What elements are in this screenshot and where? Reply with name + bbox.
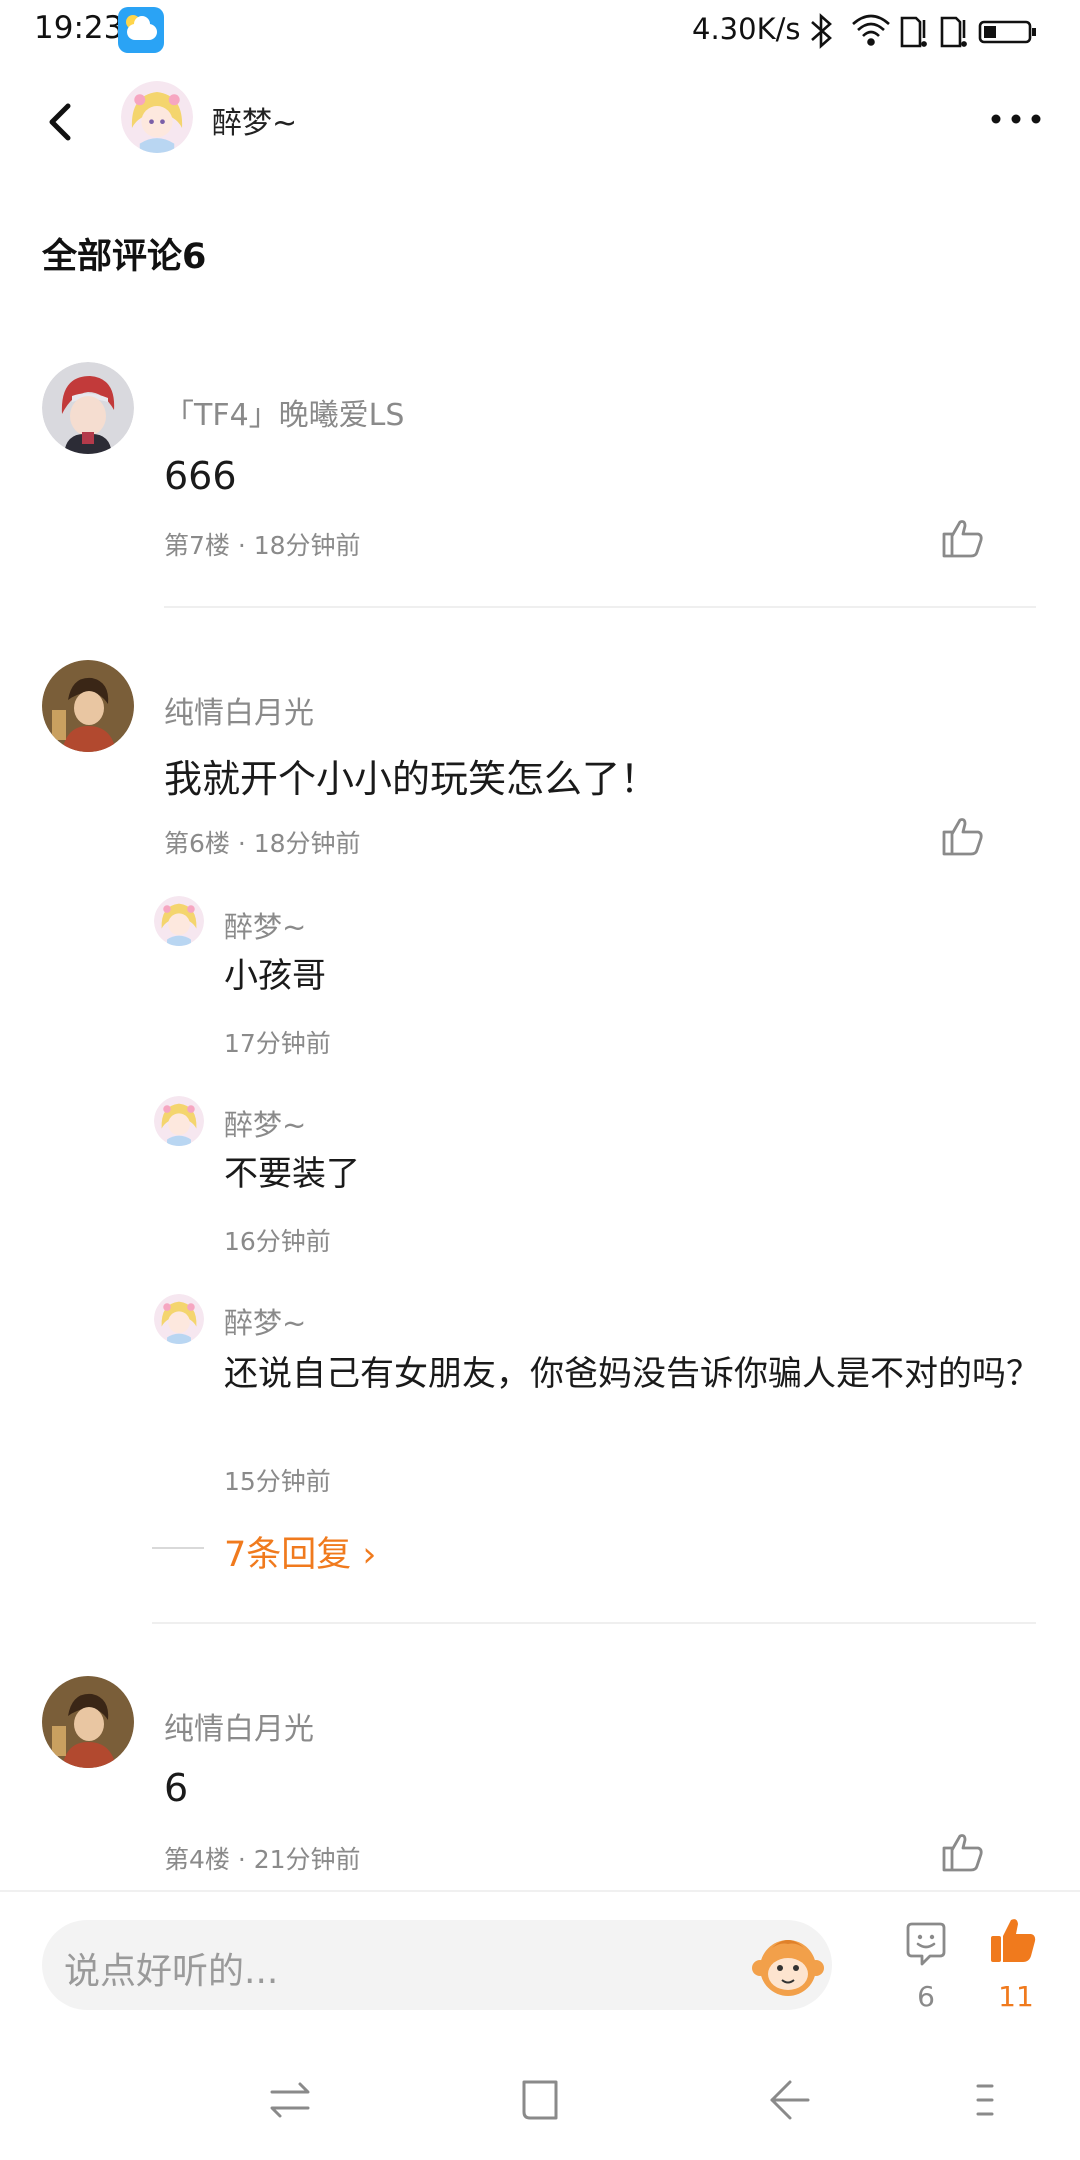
reply-author[interactable]: 醉梦~ bbox=[224, 904, 306, 946]
like-icon[interactable] bbox=[938, 1828, 986, 1876]
comment-meta: 第4楼 · 21分钟前 bbox=[164, 1845, 361, 1874]
reply-text: 不要装了 bbox=[224, 1154, 360, 1194]
system-nav-bar bbox=[0, 2040, 1080, 2160]
comment-input-bar: 说点好听的... 6 11 bbox=[0, 1890, 1080, 2030]
reply-text: 小孩哥 bbox=[224, 956, 326, 996]
sim1-icon bbox=[900, 16, 927, 48]
top-bar: 醉梦~ bbox=[0, 62, 1080, 182]
reply-text: 还说自己有女朋友，你爸妈没告诉你骗人是不对的吗？ bbox=[224, 1354, 1040, 1394]
divider bbox=[164, 606, 1036, 608]
reply-time: 16分钟前 bbox=[224, 1227, 331, 1256]
like-icon[interactable] bbox=[938, 812, 986, 860]
avatar[interactable] bbox=[42, 1676, 134, 1768]
bluetooth-icon bbox=[811, 13, 832, 49]
status-icons bbox=[811, 13, 1036, 49]
avatar[interactable] bbox=[121, 81, 193, 153]
comment-author[interactable]: 「TF4」晚曦爱LS bbox=[164, 390, 404, 434]
more-replies-link[interactable]: 7条回复 › bbox=[224, 1526, 376, 1577]
comment-count: 6 bbox=[917, 1980, 935, 2013]
status-time: 19:23 bbox=[34, 10, 124, 46]
divider bbox=[152, 1622, 1036, 1624]
status-bar: 19:23 4.30K/s bbox=[0, 0, 1080, 62]
more-replies-line bbox=[152, 1547, 204, 1549]
comment-text: 我就开个小小的玩笑怎么了！ bbox=[164, 757, 659, 801]
comment-input[interactable]: 说点好听的... bbox=[42, 1920, 832, 2010]
comment-text: 6 bbox=[164, 1766, 189, 1810]
comment-page: 19:23 4.30K/s 醉梦~ 全部评论6 「TF4」晚曦爱LS 666 第… bbox=[0, 0, 1080, 2160]
wifi-icon bbox=[852, 14, 890, 46]
sim2-icon bbox=[940, 16, 967, 48]
weather-icon bbox=[118, 7, 164, 53]
more-icon[interactable] bbox=[986, 104, 1046, 134]
comment-icon[interactable] bbox=[902, 1920, 950, 1968]
reply-author[interactable]: 醉梦~ bbox=[224, 1300, 306, 1342]
thumb-up-filled-icon[interactable] bbox=[988, 1916, 1038, 1966]
comment-meta: 第7楼 · 18分钟前 bbox=[164, 531, 361, 560]
header-user-name[interactable]: 醉梦~ bbox=[212, 98, 297, 142]
emoji-monkey-icon[interactable] bbox=[752, 1930, 824, 2000]
comment-meta: 第6楼 · 18分钟前 bbox=[164, 829, 361, 858]
back-arrow-icon[interactable] bbox=[764, 2074, 816, 2126]
comment-author[interactable]: 纯情白月光 bbox=[164, 688, 314, 732]
back-icon[interactable] bbox=[30, 92, 90, 152]
network-speed: 4.30K/s bbox=[692, 12, 801, 46]
battery-icon bbox=[978, 20, 1036, 44]
like-count: 11 bbox=[998, 1980, 1034, 2013]
comment-author[interactable]: 纯情白月光 bbox=[164, 1704, 314, 1748]
comment-text: 666 bbox=[164, 454, 237, 498]
avatar[interactable] bbox=[42, 660, 134, 752]
reply-author[interactable]: 醉梦~ bbox=[224, 1102, 306, 1144]
home-square-icon[interactable] bbox=[514, 2074, 566, 2126]
reply-time: 17分钟前 bbox=[224, 1029, 331, 1058]
section-title: 全部评论6 bbox=[42, 237, 207, 277]
avatar[interactable] bbox=[154, 1294, 204, 1344]
avatar[interactable] bbox=[42, 362, 134, 454]
reply-time: 15分钟前 bbox=[224, 1467, 331, 1496]
menu-icon[interactable] bbox=[962, 2074, 1014, 2126]
avatar[interactable] bbox=[154, 1096, 204, 1146]
avatar[interactable] bbox=[154, 896, 204, 946]
like-icon[interactable] bbox=[938, 514, 986, 562]
input-placeholder: 说点好听的... bbox=[64, 1951, 279, 1992]
switch-icon[interactable] bbox=[264, 2074, 316, 2126]
